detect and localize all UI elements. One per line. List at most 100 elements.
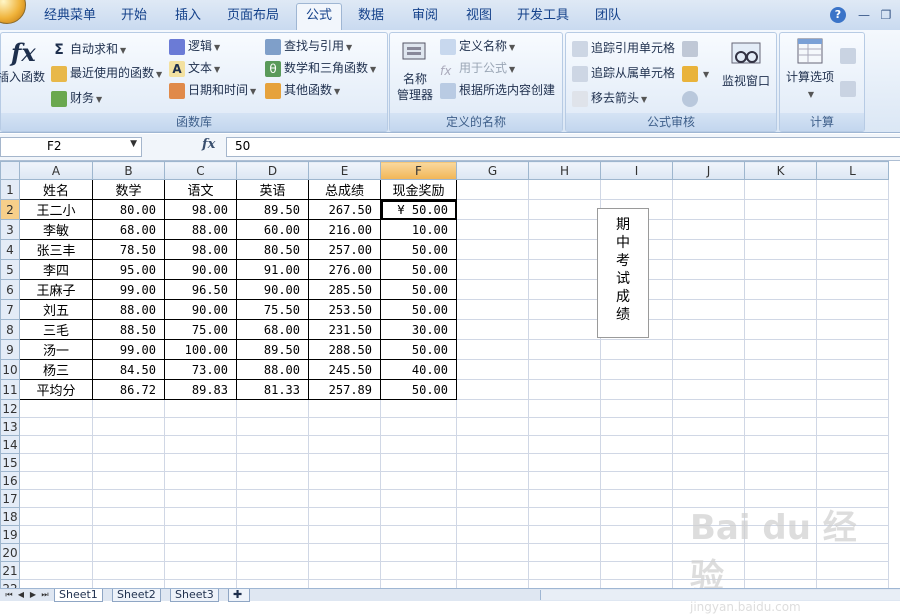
cell[interactable] — [236, 417, 309, 436]
cell[interactable] — [672, 379, 745, 400]
cell[interactable] — [380, 543, 457, 562]
cell[interactable] — [816, 339, 889, 360]
cell[interactable] — [19, 399, 93, 418]
cell[interactable] — [744, 453, 817, 472]
cell[interactable]: 285.50 — [308, 279, 381, 300]
cell[interactable]: 李敏 — [19, 219, 93, 240]
cell[interactable]: 267.50 — [308, 199, 381, 220]
cell[interactable]: 288.50 — [308, 339, 381, 360]
cell[interactable]: 91.00 — [236, 259, 309, 280]
cell[interactable]: 三毛 — [19, 319, 93, 340]
cell[interactable] — [816, 179, 889, 200]
cell[interactable] — [528, 319, 601, 340]
row-header[interactable]: 14 — [0, 435, 20, 454]
cell[interactable] — [744, 199, 817, 220]
logical-button[interactable]: 逻辑 ▼ — [169, 36, 220, 56]
cell[interactable]: 89.50 — [236, 199, 309, 220]
cell[interactable] — [600, 339, 673, 360]
cell[interactable]: 汤一 — [19, 339, 93, 360]
math-trig-button[interactable]: θ 数学和三角函数 ▼ — [265, 58, 376, 78]
cell[interactable] — [380, 417, 457, 436]
cell[interactable]: 257.89 — [308, 379, 381, 400]
cell[interactable]: 30.00 — [380, 319, 457, 340]
cell[interactable] — [528, 489, 601, 508]
cell[interactable]: 90.00 — [164, 259, 237, 280]
cell[interactable] — [744, 179, 817, 200]
row-header[interactable]: 5 — [0, 259, 20, 280]
cell[interactable]: 90.00 — [164, 299, 237, 320]
row-header[interactable]: 11 — [0, 379, 20, 400]
horizontal-scrollbar[interactable] — [540, 590, 900, 600]
cell[interactable] — [600, 359, 673, 380]
cell[interactable]: 98.00 — [164, 199, 237, 220]
tab-classic-menu[interactable]: 经典菜单 — [40, 4, 100, 28]
cell[interactable]: 68.00 — [92, 219, 165, 240]
cell[interactable] — [456, 417, 529, 436]
cell[interactable] — [19, 561, 93, 580]
cell[interactable] — [308, 489, 381, 508]
office-button[interactable] — [0, 0, 26, 24]
cell[interactable]: 95.00 — [92, 259, 165, 280]
cell[interactable] — [744, 239, 817, 260]
row-header[interactable]: 12 — [0, 399, 20, 418]
row-header[interactable]: 22 — [0, 579, 20, 588]
row-header[interactable]: 19 — [0, 525, 20, 544]
cell[interactable] — [92, 579, 165, 588]
cell[interactable]: 75.50 — [236, 299, 309, 320]
cell[interactable] — [816, 219, 889, 240]
show-formulas-button[interactable] — [682, 38, 701, 58]
column-header[interactable]: A — [19, 161, 93, 180]
cell[interactable] — [164, 435, 237, 454]
cell[interactable] — [600, 579, 673, 588]
cell[interactable] — [600, 379, 673, 400]
cell[interactable] — [528, 579, 601, 588]
cell[interactable] — [672, 239, 745, 260]
cell[interactable] — [528, 471, 601, 490]
cell[interactable] — [308, 507, 381, 526]
cell[interactable] — [528, 417, 601, 436]
cell[interactable] — [816, 471, 889, 490]
cell[interactable]: 276.00 — [308, 259, 381, 280]
cell[interactable] — [600, 543, 673, 562]
column-header[interactable]: I — [600, 161, 673, 180]
cell[interactable] — [456, 561, 529, 580]
cell[interactable]: 50.00 — [380, 299, 457, 320]
cell[interactable] — [308, 579, 381, 588]
cell[interactable]: 数学 — [92, 179, 165, 200]
chevron-down-icon[interactable]: ▼ — [130, 139, 137, 149]
cell[interactable] — [672, 435, 745, 454]
cell[interactable]: 99.00 — [92, 339, 165, 360]
row-header[interactable]: 13 — [0, 417, 20, 436]
cell[interactable] — [600, 525, 673, 544]
cell[interactable]: 80.50 — [236, 239, 309, 260]
cell[interactable] — [92, 489, 165, 508]
cell[interactable]: 50.00 — [380, 379, 457, 400]
cell[interactable] — [672, 471, 745, 490]
cell[interactable] — [19, 417, 93, 436]
row-header[interactable]: 20 — [0, 543, 20, 562]
cell[interactable]: 100.00 — [164, 339, 237, 360]
insert-sheet-icon[interactable]: ✚ — [228, 589, 250, 602]
cell[interactable] — [744, 259, 817, 280]
column-header[interactable]: K — [744, 161, 817, 180]
cell[interactable] — [600, 561, 673, 580]
financial-button[interactable]: 财务 ▼ — [51, 88, 102, 108]
cell[interactable] — [528, 399, 601, 418]
cell[interactable] — [236, 561, 309, 580]
restore-icon[interactable]: ❐ — [878, 7, 894, 23]
cell[interactable] — [456, 399, 529, 418]
formula-input[interactable]: 50 — [226, 137, 900, 157]
cell[interactable] — [92, 453, 165, 472]
cell[interactable]: 86.72 — [92, 379, 165, 400]
cell[interactable] — [236, 507, 309, 526]
error-checking-button[interactable]: ▼ — [682, 63, 709, 83]
tab-home[interactable]: 开始 — [114, 4, 154, 28]
more-functions-button[interactable]: 其他函数 ▼ — [265, 80, 340, 100]
cell[interactable] — [380, 507, 457, 526]
help-icon[interactable]: ? — [830, 7, 846, 23]
cell[interactable] — [456, 279, 529, 300]
cell[interactable] — [92, 399, 165, 418]
cell[interactable] — [744, 471, 817, 490]
cell[interactable] — [164, 471, 237, 490]
cell[interactable] — [456, 471, 529, 490]
